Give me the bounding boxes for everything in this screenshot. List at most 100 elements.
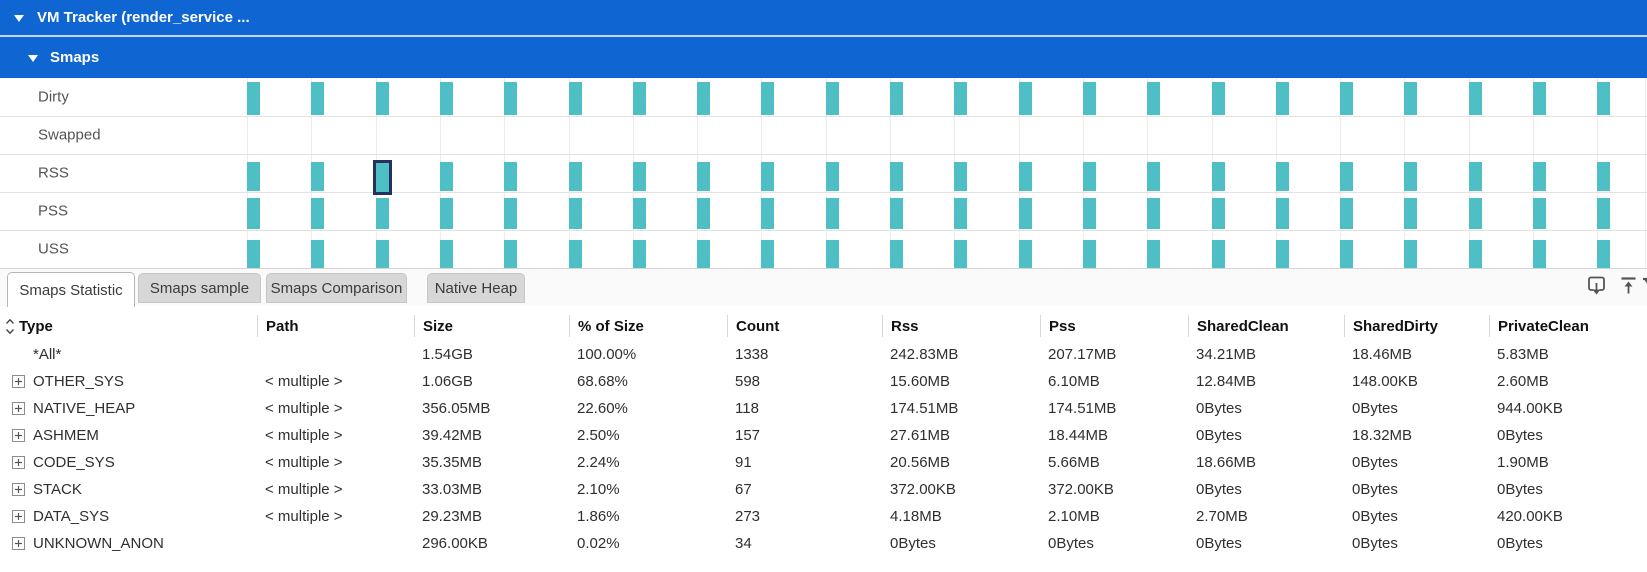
chart-bar[interactable] [1340,198,1353,229]
chart-bar[interactable] [1083,82,1096,115]
chart-bar[interactable] [1083,162,1096,191]
expand-icon[interactable] [12,537,25,550]
chart-bar[interactable] [633,162,646,191]
chart-bar[interactable] [311,82,324,115]
chart-bar[interactable] [1276,240,1289,268]
tab-smaps-statistic[interactable]: Smaps Statistic [7,272,135,307]
chart-bar[interactable] [569,198,582,229]
chart-bar[interactable] [504,198,517,229]
table-row[interactable]: OTHER_SYS< multiple >1.06GB68.68%59815.6… [0,368,1647,395]
chart-bar[interactable] [633,240,646,268]
chart-bar[interactable] [1597,198,1610,229]
chart-bar[interactable] [1212,162,1225,191]
chart-bar[interactable] [1019,240,1032,268]
chart-bar[interactable] [247,240,260,268]
chart-bar[interactable] [1597,162,1610,191]
tab-smaps-comparison[interactable]: Smaps Comparison [266,273,407,303]
export-down-icon[interactable] [1586,275,1607,296]
chart-bar[interactable] [1597,82,1610,115]
chart-bar[interactable] [1083,198,1096,229]
chart-bar[interactable] [1340,82,1353,115]
chart-bar[interactable] [569,162,582,191]
chart-bar[interactable] [247,162,260,191]
chart-bar[interactable] [440,82,453,115]
chart-bar[interactable] [1276,162,1289,191]
chart-bar[interactable] [697,162,710,191]
chart-bar[interactable] [1147,162,1160,191]
chart-bar[interactable] [1019,198,1032,229]
chart-bar[interactable] [633,82,646,115]
chart-bar[interactable] [890,198,903,229]
chart-bar[interactable] [376,82,389,115]
chart-bar[interactable] [247,82,260,115]
expand-icon[interactable] [12,375,25,388]
chart-bar[interactable] [1212,240,1225,268]
chart-bar[interactable] [826,198,839,229]
chart-bar[interactable] [761,82,774,115]
sort-indicator-icon[interactable] [5,318,15,335]
selected-bar[interactable] [373,160,392,195]
chart-bar[interactable] [1147,82,1160,115]
chart-bar[interactable] [954,162,967,191]
chart-bar[interactable] [761,198,774,229]
chart-bar[interactable] [1276,82,1289,115]
chart-bar[interactable] [1212,82,1225,115]
expand-icon[interactable] [12,429,25,442]
chart-bar[interactable] [569,240,582,268]
column-header-type[interactable]: Type [0,315,257,337]
table-row[interactable]: *All*1.54GB100.00%1338242.83MB207.17MB34… [0,341,1647,368]
chart-bar[interactable] [1533,240,1546,268]
table-row[interactable]: NATIVE_HEAP< multiple >356.05MB22.60%118… [0,395,1647,422]
chart-bar[interactable] [826,162,839,191]
collapse-arrow-icon[interactable] [14,14,24,22]
column-header--of-size[interactable]: % of Size [569,315,727,337]
chart-bar[interactable] [1404,198,1417,229]
chart-bar[interactable] [1597,240,1610,268]
chart-bar[interactable] [697,82,710,115]
table-row[interactable]: ASHMEM< multiple >39.42MB2.50%15727.61MB… [0,422,1647,449]
chart-bar[interactable] [1404,82,1417,115]
chart-bar[interactable] [826,82,839,115]
chart-bar[interactable] [440,162,453,191]
column-header-shareddirty[interactable]: SharedDirty [1344,315,1489,337]
chart-bar[interactable] [1019,82,1032,115]
tab-native-heap[interactable]: Native Heap [427,273,525,303]
chart-bar[interactable] [826,240,839,268]
chart-bar[interactable] [504,240,517,268]
chart-bar[interactable] [890,162,903,191]
chart-bar[interactable] [697,198,710,229]
column-header-rss[interactable]: Rss [882,315,1040,337]
chart-bar[interactable] [1083,240,1096,268]
chart-bar[interactable] [1212,198,1225,229]
section-header-smaps[interactable]: Smaps [0,37,1647,78]
chart-bar[interactable] [247,198,260,229]
chart-bar[interactable] [761,240,774,268]
column-header-pss[interactable]: Pss [1040,315,1188,337]
table-row[interactable]: DATA_SYS< multiple >29.23MB1.86%2734.18M… [0,503,1647,530]
chart-bar[interactable] [1469,162,1482,191]
chart-bar[interactable] [1533,162,1546,191]
chart-bar[interactable] [1340,162,1353,191]
chart-bar[interactable] [1147,198,1160,229]
chart-bar[interactable] [1019,162,1032,191]
expand-icon[interactable] [12,402,25,415]
column-header-privateclean[interactable]: PrivateClean [1489,315,1647,337]
chart-bar[interactable] [504,162,517,191]
chart-bar[interactable] [376,240,389,268]
chart-bar[interactable] [376,198,389,229]
chart-bar[interactable] [1469,198,1482,229]
chart-bar[interactable] [1404,240,1417,268]
column-header-count[interactable]: Count [727,315,882,337]
table-row[interactable]: CODE_SYS< multiple >35.35MB2.24%9120.56M… [0,449,1647,476]
clipped-edge-icon[interactable] [1642,277,1647,292]
chart-bar[interactable] [504,82,517,115]
chart-bar[interactable] [890,82,903,115]
chart-bar[interactable] [440,198,453,229]
chart-bar[interactable] [633,198,646,229]
column-header-size[interactable]: Size [414,315,569,337]
table-row[interactable]: STACK< multiple >33.03MB2.10%67372.00KB3… [0,476,1647,503]
chart-bar[interactable] [1533,198,1546,229]
chart-bar[interactable] [311,198,324,229]
chart-bar[interactable] [1340,240,1353,268]
chart-bar[interactable] [311,240,324,268]
